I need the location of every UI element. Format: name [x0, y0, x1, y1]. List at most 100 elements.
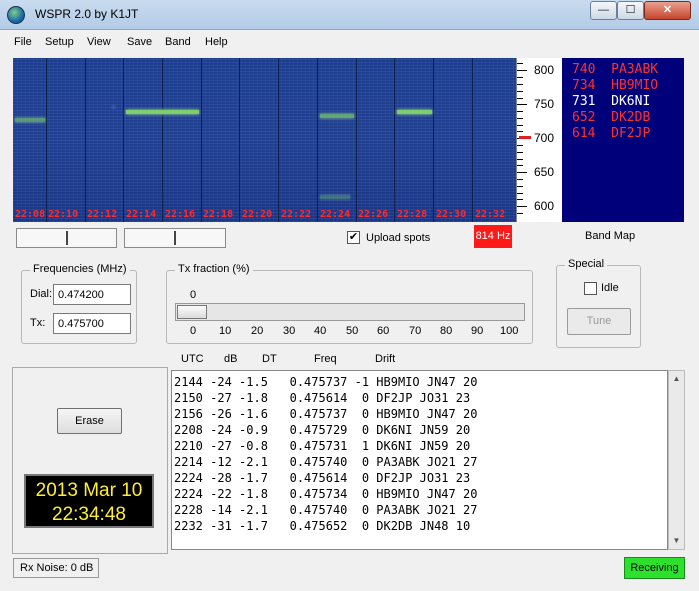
clock-date: 2013 Mar 10: [35, 480, 143, 501]
decode-row[interactable]: 2150 -27 -1.8 0.475614 0 DF2JP JO31 23: [172, 390, 667, 406]
decode-row[interactable]: 2208 -24 -0.9 0.475729 0 DK6NI JN59 20: [172, 422, 667, 438]
menu-band[interactable]: Band: [165, 36, 191, 48]
decode-row[interactable]: 2224 -22 -1.8 0.475734 0 HB9MIO JN47 20: [172, 486, 667, 502]
waterfall-time-label: 22:28: [397, 209, 428, 220]
waterfall-separator: [123, 58, 124, 222]
tx-fraction-tick: 50: [346, 325, 359, 337]
maximize-button[interactable]: ☐: [617, 1, 644, 20]
frequencies-group: Frequencies (MHz) Dial: Tx:: [21, 263, 137, 344]
minimize-button[interactable]: —: [590, 1, 617, 20]
slider-thumb[interactable]: [65, 231, 68, 245]
scale-tick: [517, 70, 527, 71]
rx-noise-status: Rx Noise: 0 dB: [13, 558, 99, 578]
scale-tick: [517, 172, 527, 173]
menu-save[interactable]: Save: [127, 36, 152, 48]
waterfall-signal: [397, 110, 432, 114]
frequency-scale: 800 750 700 650 600: [516, 58, 562, 222]
scale-tick: [517, 165, 523, 166]
scale-tick: [517, 98, 523, 99]
contrast-slider[interactable]: [124, 228, 226, 248]
decode-row[interactable]: 2228 -14 -2.1 0.475740 0 PA3ABK JO21 27: [172, 502, 667, 518]
tx-frequency-marker: [519, 136, 531, 139]
upload-spots-label: Upload spots: [366, 231, 431, 244]
waterfall-time-label: 22:10: [48, 209, 79, 220]
waterfall-time-label: 22:18: [203, 209, 234, 220]
waterfall-separator: [317, 58, 318, 222]
frequencies-title: Frequencies (MHz): [30, 263, 130, 275]
special-group: Special Idle Tune: [556, 258, 641, 348]
brightness-slider[interactable]: [16, 228, 117, 248]
tx-frequency-field[interactable]: [53, 313, 131, 334]
scroll-up-icon[interactable]: ▲: [669, 371, 684, 387]
waterfall-time-label: 22:12: [87, 209, 118, 220]
decode-row[interactable]: 2214 -12 -2.1 0.475740 0 PA3ABK JO21 27: [172, 454, 667, 470]
tx-fraction-tick: 0: [190, 325, 197, 337]
tx-fraction-value: 0: [190, 289, 197, 301]
waterfall-time-label: 22:08: [15, 209, 46, 220]
scale-tick: [517, 77, 523, 78]
scale-tick: [517, 125, 523, 126]
upload-spots-option[interactable]: ✔ Upload spots: [347, 231, 430, 244]
erase-button[interactable]: Erase: [57, 408, 122, 434]
callsign-panel: 740 PA3ABK 734 HB9MIO 731 DK6NI 652 DK2D…: [562, 58, 684, 222]
waterfall-separator: [394, 58, 395, 222]
scale-tick: [517, 118, 523, 119]
column-header-utc: UTC: [181, 353, 204, 365]
waterfall-separator: [85, 58, 86, 222]
waterfall-noise: [13, 58, 516, 222]
dial-frequency-field[interactable]: [53, 284, 131, 305]
scale-tick: [517, 193, 523, 194]
waterfall-display[interactable]: 22:08 22:10 22:12 22:14 22:16 22:18 22:2…: [13, 58, 516, 222]
slider-thumb[interactable]: [173, 231, 176, 245]
decoded-messages-list[interactable]: 2144 -24 -1.5 0.475737 -1 HB9MIO JN47 20…: [171, 370, 668, 550]
column-header-dt: DT: [262, 353, 277, 365]
decode-row[interactable]: 2144 -24 -1.5 0.475737 -1 HB9MIO JN47 20: [172, 374, 667, 390]
utc-clock: 2013 Mar 10 22:34:48: [24, 474, 154, 528]
decode-scrollbar[interactable]: ▲ ▼: [668, 370, 685, 550]
decode-row[interactable]: 2156 -26 -1.6 0.475737 0 HB9MIO JN47 20: [172, 406, 667, 422]
scale-tick: [517, 159, 523, 160]
scale-tick: [517, 186, 523, 187]
callsign-entry: 734 HB9MIO: [572, 78, 659, 93]
tx-fraction-tick: 100: [500, 325, 519, 337]
waterfall-signal: [320, 114, 354, 118]
waterfall-time-label: 22:32: [475, 209, 506, 220]
tx-fraction-thumb[interactable]: [177, 305, 207, 319]
upload-spots-checkbox[interactable]: ✔: [347, 231, 360, 244]
tx-fraction-tick: 40: [314, 325, 327, 337]
column-header-drift: Drift: [375, 353, 396, 365]
waterfall-time-label: 22:22: [281, 209, 312, 220]
waterfall-time-label: 22:20: [242, 209, 273, 220]
waterfall-separator: [433, 58, 434, 222]
tx-fraction-tick: 30: [283, 325, 296, 337]
scale-tick: [517, 111, 523, 112]
tx-fraction-slider[interactable]: [175, 303, 525, 321]
close-button[interactable]: ✕: [644, 1, 691, 20]
scale-tick: [517, 213, 523, 214]
scroll-down-icon[interactable]: ▼: [669, 533, 684, 549]
decode-row[interactable]: 2224 -28 -1.7 0.475614 0 DF2JP JO31 23: [172, 470, 667, 486]
band-map-label: Band Map: [585, 230, 636, 242]
waterfall-time-label: 22:16: [165, 209, 196, 220]
decode-row[interactable]: 2232 -31 -1.7 0.475652 0 DK2DB JN48 10: [172, 518, 667, 534]
idle-label: Idle: [601, 282, 619, 294]
column-header-db: dB: [224, 353, 238, 365]
scale-label: 600: [534, 199, 555, 213]
decode-row[interactable]: 2210 -27 -0.8 0.475731 1 DK6NI JN59 20: [172, 438, 667, 454]
menu-setup[interactable]: Setup: [45, 36, 74, 48]
menu-help[interactable]: Help: [205, 36, 228, 48]
tx-fraction-title: Tx fraction (%): [175, 263, 253, 275]
audio-frequency-indicator: 814 Hz: [474, 225, 512, 248]
waterfall-signal: [320, 195, 350, 199]
waterfall-time-label: 22:24: [320, 209, 351, 220]
scale-label: 750: [534, 97, 555, 111]
receiving-status: Receiving: [624, 557, 685, 579]
idle-checkbox[interactable]: [584, 282, 597, 295]
waterfall-separator: [239, 58, 240, 222]
tx-label: Tx:: [30, 317, 46, 329]
menu-file[interactable]: File: [14, 36, 32, 48]
waterfall-separator: [162, 58, 163, 222]
scale-tick: [517, 199, 523, 200]
menu-view[interactable]: View: [87, 36, 111, 48]
tune-button[interactable]: Tune: [567, 308, 631, 335]
